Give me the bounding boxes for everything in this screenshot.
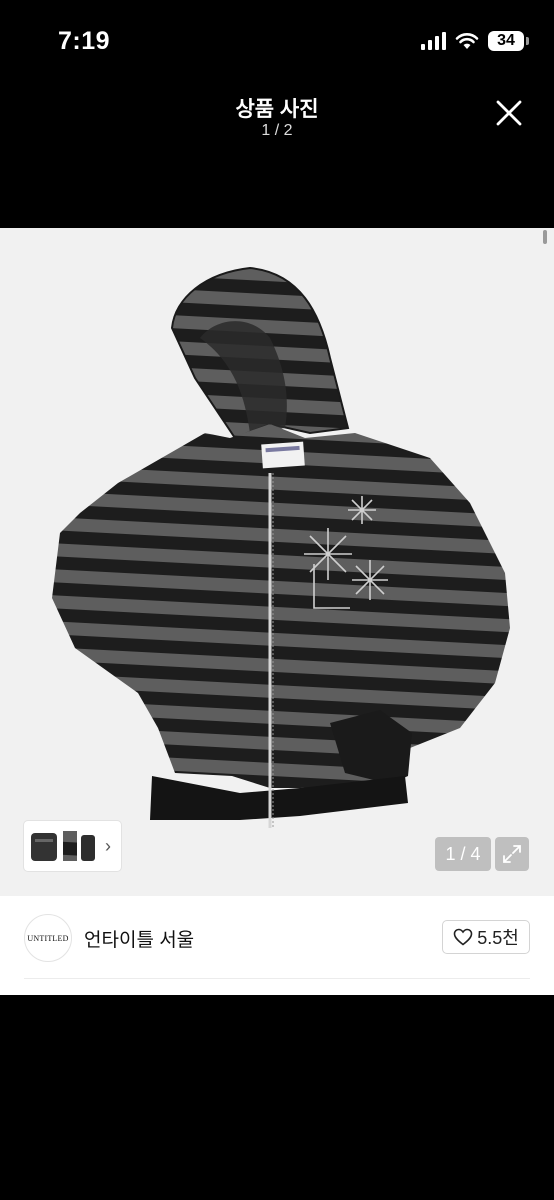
- status-time: 7:19: [58, 27, 111, 55]
- status-icons: 34: [421, 31, 529, 51]
- product-card: › 1 / 4 UNTITLED 언타이틀 서울 5.5천: [0, 228, 554, 995]
- shop-avatar[interactable]: UNTITLED: [24, 914, 72, 962]
- hoodie-image: [52, 230, 547, 828]
- battery-level: 34: [497, 32, 515, 49]
- close-icon[interactable]: [494, 98, 524, 128]
- photo-page-indicator: 1 / 4: [435, 837, 491, 871]
- viewer-title: 상품 사진: [235, 98, 319, 121]
- thumbnail-image: [31, 831, 95, 861]
- avatar-logo-text: UNTITLED: [27, 933, 69, 943]
- divider: [24, 978, 530, 979]
- viewer-counter: 1 / 2: [261, 122, 293, 139]
- thumbnail-strip[interactable]: ›: [24, 821, 121, 871]
- product-photo[interactable]: › 1 / 4: [0, 228, 554, 896]
- shop-row[interactable]: UNTITLED 언타이틀 서울 5.5천: [0, 896, 554, 980]
- shop-name[interactable]: 언타이틀 서울: [84, 925, 194, 952]
- status-bar: 7:19 34: [0, 0, 554, 88]
- battery-icon: 34: [488, 31, 529, 51]
- like-button[interactable]: 5.5천: [442, 920, 530, 954]
- wifi-icon: [455, 33, 479, 49]
- like-count: 5.5천: [477, 928, 519, 948]
- viewer-header: 상품 사진 1 / 2: [0, 88, 554, 228]
- heart-icon: [453, 928, 473, 946]
- expand-icon[interactable]: [495, 837, 529, 871]
- cellular-signal-icon: [421, 32, 446, 50]
- chevron-right-icon: ›: [105, 835, 111, 856]
